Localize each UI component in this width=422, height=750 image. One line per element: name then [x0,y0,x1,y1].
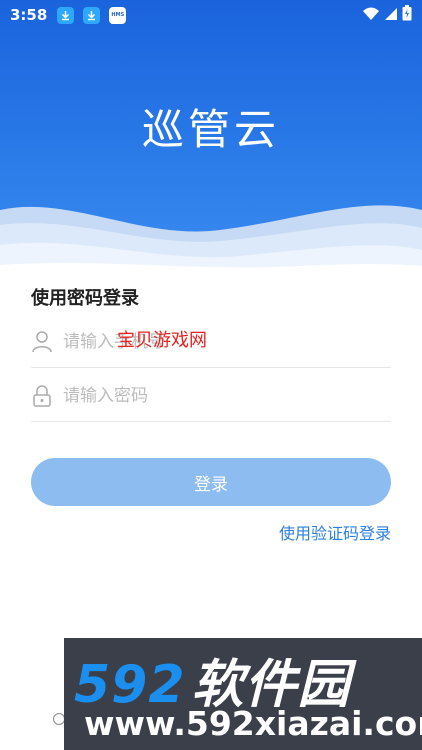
brand-watermark-banner: 592 软件园 www.592xiazai.com [64,638,422,750]
wifi-icon [362,6,380,25]
hms-icon: HMS [109,6,127,24]
status-time: 3:58 [10,6,48,24]
login-heading: 使用密码登录 [31,288,139,309]
brand-url: www.592xiazai.com [84,704,422,743]
sms-login-link[interactable]: 使用验证码登录 [279,520,391,544]
app-title: 巡管云 [141,105,280,154]
battery-icon [402,5,412,25]
signal-icon [384,6,398,25]
password-field[interactable] [31,370,391,422]
header-banner: 3:58 HMS 巡管云 [0,0,422,275]
status-bar: 3:58 HMS [0,0,422,30]
download-icon [83,6,101,24]
lock-icon [31,384,53,408]
wave-decoration [0,205,422,275]
user-icon [31,330,53,354]
login-button[interactable]: 登录 [31,458,391,506]
status-right-icons [362,5,412,25]
password-input[interactable] [63,385,391,406]
username-input[interactable] [63,331,391,352]
download-icon [57,6,75,24]
username-field[interactable] [31,316,391,368]
